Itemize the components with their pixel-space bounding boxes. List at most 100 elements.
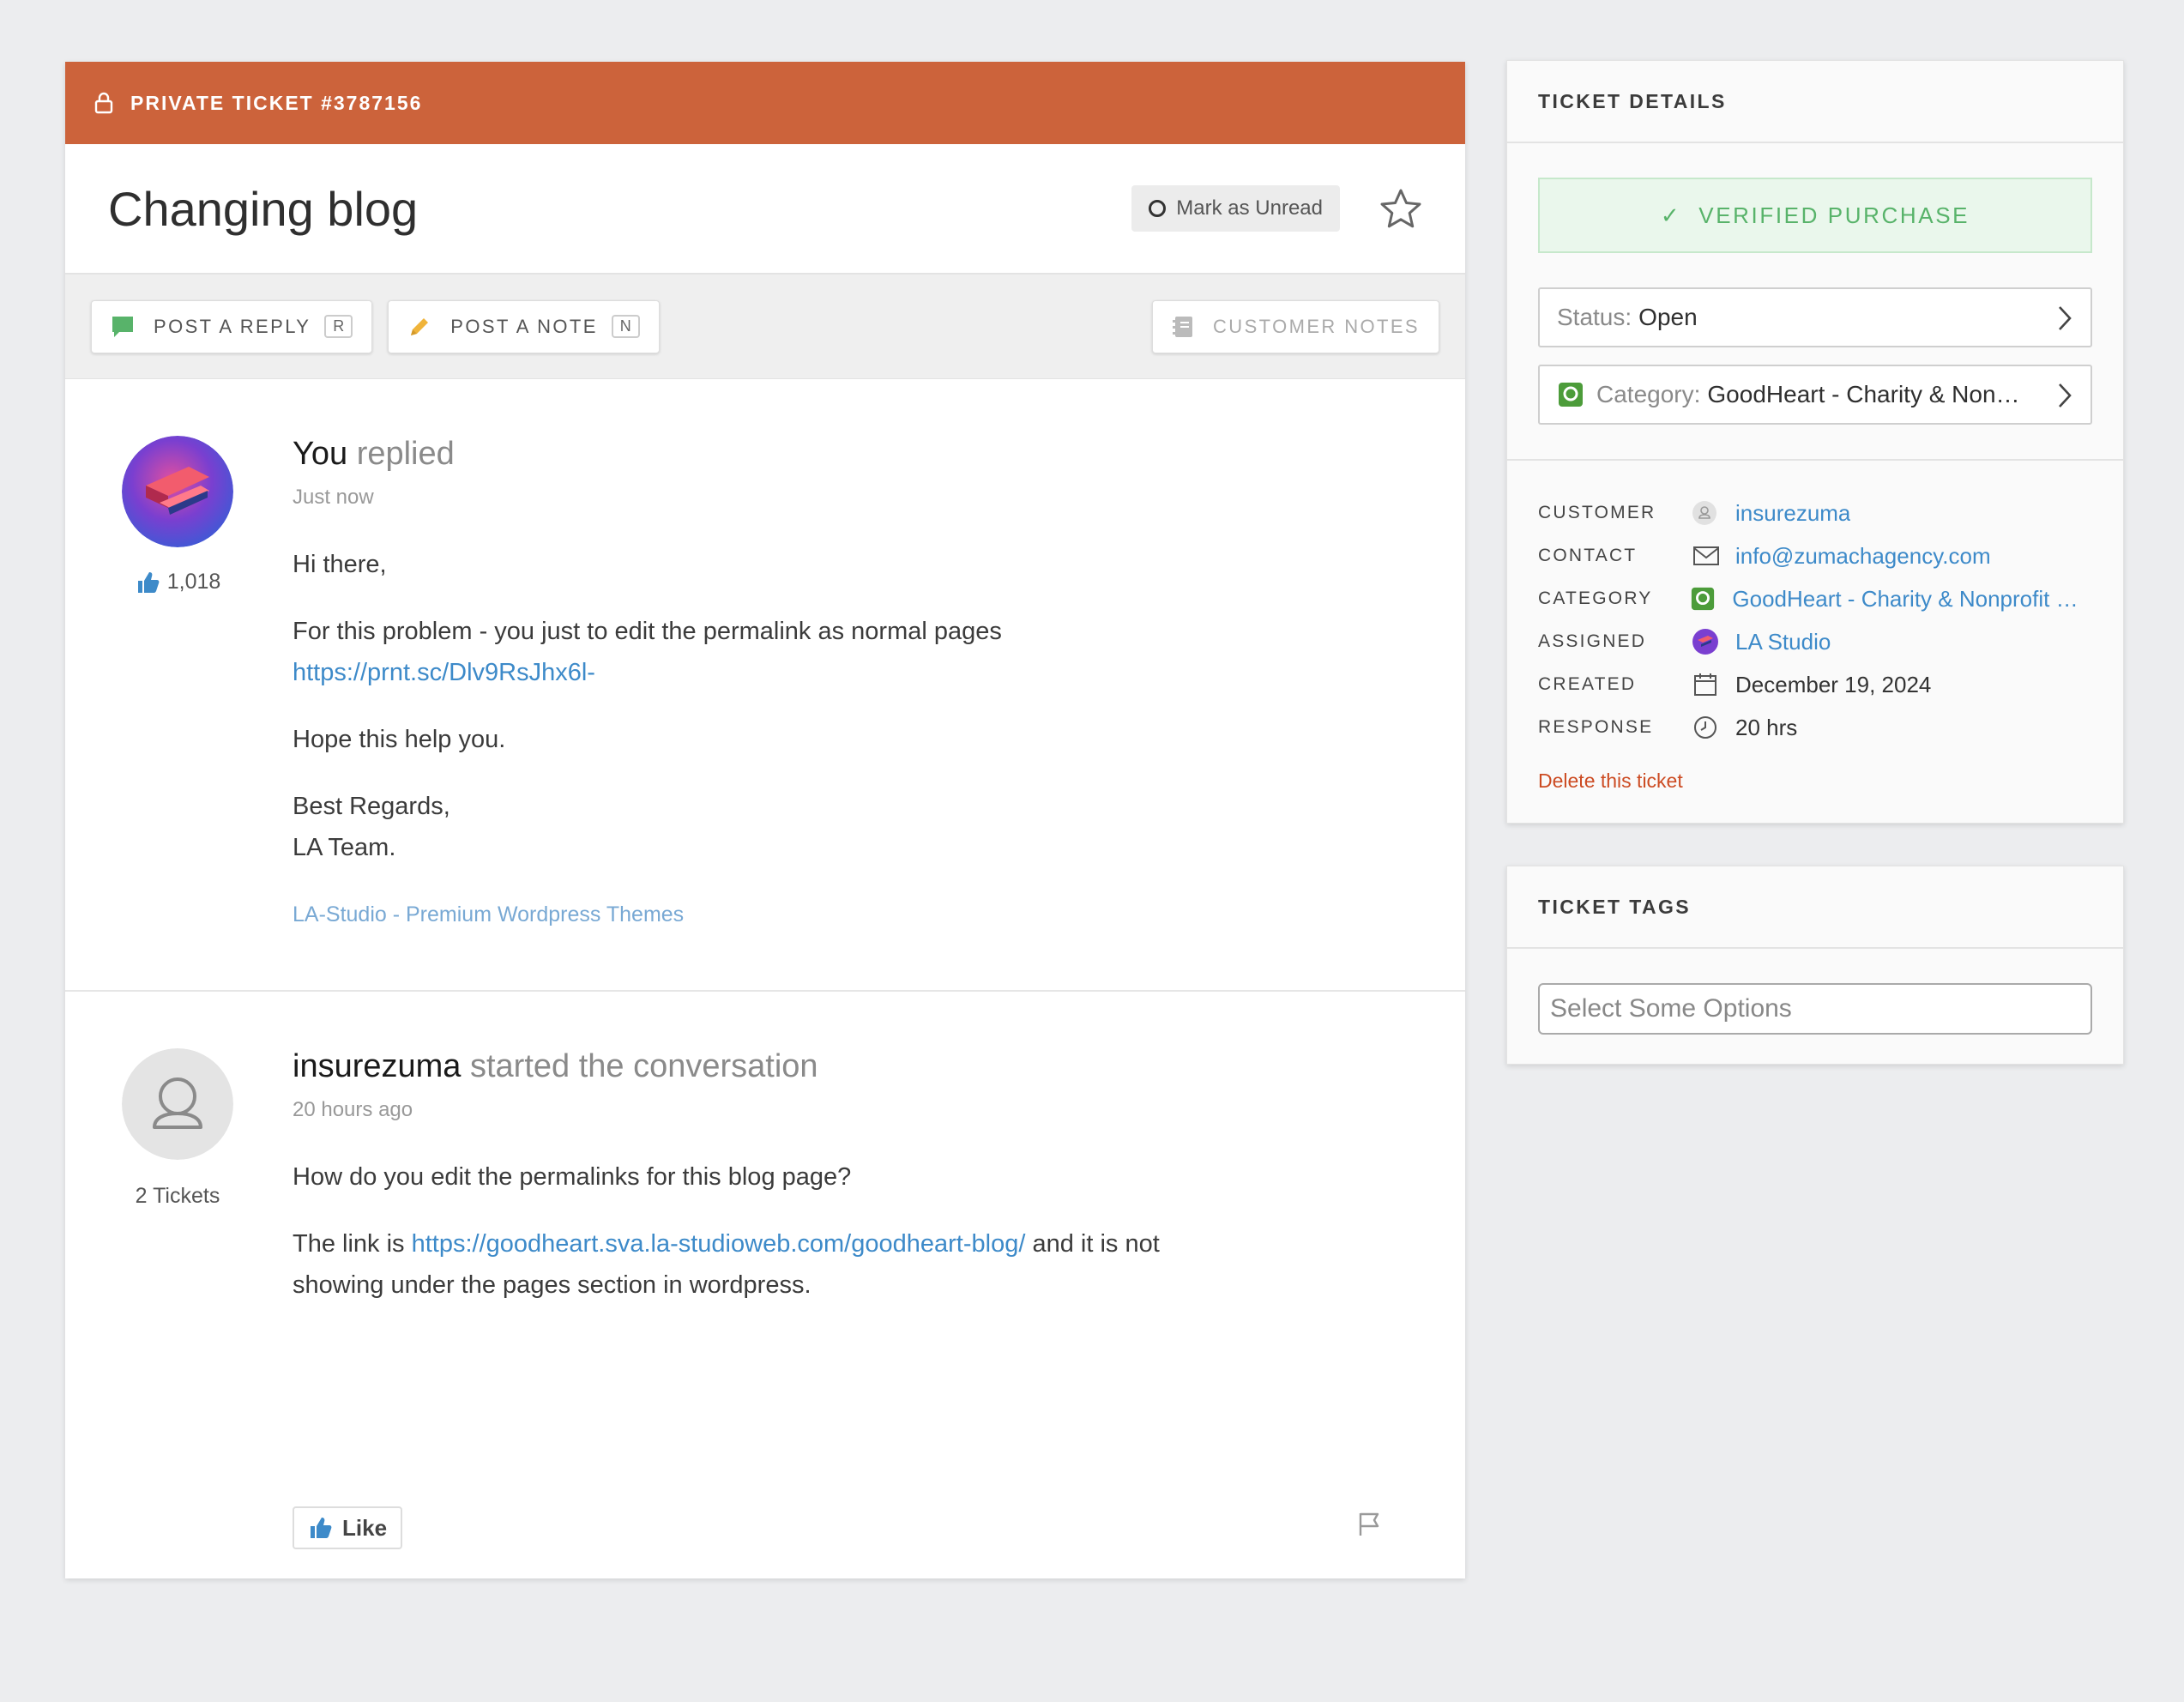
- message-original: 2 Tickets insurezuma started the convers…: [65, 992, 1465, 1578]
- post-note-button[interactable]: POST A NOTE N: [388, 299, 660, 353]
- category-icon: [1559, 383, 1583, 407]
- chevron-right-icon: [2059, 383, 2072, 407]
- ticket-details-panel: TICKET DETAILS ✓ VERIFIED PURCHASE Statu…: [1506, 60, 2124, 824]
- verified-purchase-badge: ✓ VERIFIED PURCHASE: [1538, 178, 2092, 253]
- ticket-number: PRIVATE TICKET #3787156: [130, 91, 423, 114]
- message-reply: 1,018 You replied Just now Hi there, For…: [65, 379, 1465, 992]
- detail-row-assigned: ASSIGNED LA Studio: [1538, 620, 2092, 663]
- mark-unread-button[interactable]: Mark as Unread: [1131, 185, 1340, 232]
- post-reply-button[interactable]: POST A REPLY R: [91, 299, 373, 353]
- detail-row-created: CREATED December 19, 2024: [1538, 663, 2092, 706]
- customer-notes-label: CUSTOMER NOTES: [1213, 315, 1420, 337]
- assigned-link[interactable]: LA Studio: [1735, 629, 1831, 655]
- status-select[interactable]: Status: Open: [1538, 287, 2092, 347]
- star-icon[interactable]: [1379, 188, 1422, 229]
- calendar-icon: [1694, 673, 1716, 696]
- screenshot-link[interactable]: https://prnt.sc/Dlv9RsJhx6l-: [293, 659, 595, 686]
- lock-icon: [94, 92, 113, 114]
- detail-key: CREATED: [1538, 674, 1637, 694]
- check-icon: ✓: [1660, 202, 1682, 228]
- flag-icon[interactable]: [1356, 1510, 1384, 1537]
- like-count: 1,018: [129, 570, 228, 594]
- chat-bubble-icon: [112, 316, 133, 337]
- detail-key: RESPONSE: [1538, 717, 1654, 737]
- like-button[interactable]: Like: [293, 1506, 403, 1549]
- detail-key: CONTACT: [1538, 546, 1638, 565]
- message-author: You replied: [293, 436, 455, 473]
- category-label: Category:: [1596, 381, 1701, 407]
- blog-link[interactable]: https://goodheart.sva.la-studioweb.com/g…: [412, 1230, 1026, 1258]
- message-paragraph: How do you edit the permalinks for this …: [293, 1163, 852, 1191]
- shortcut-key-n: N: [611, 315, 640, 338]
- message-time: 20 hours ago: [293, 1098, 413, 1121]
- category-select[interactable]: Category: GoodHeart - Charity & Non…: [1538, 365, 2092, 425]
- detail-row-response: RESPONSE 20 hrs: [1538, 706, 2092, 749]
- ticket-tags-panel: TICKET TAGS Select Some Options: [1506, 866, 2124, 1065]
- ticket-count: 2 Tickets: [135, 1184, 220, 1208]
- delete-ticket-link[interactable]: Delete this ticket: [1538, 770, 2092, 793]
- verified-label: VERIFIED PURCHASE: [1698, 202, 1970, 228]
- like-label: Like: [342, 1514, 388, 1541]
- message-text: For this problem - you just to edit the …: [293, 618, 1002, 645]
- detail-key: CATEGORY: [1538, 588, 1653, 608]
- message-body: How do you edit the permalinks for this …: [293, 1156, 1279, 1331]
- thumbs-up-icon: [137, 571, 160, 593]
- thumbs-up-icon: [311, 1518, 332, 1538]
- message-time: Just now: [293, 486, 374, 509]
- la-studio-avatar: [1692, 629, 1718, 655]
- category-link[interactable]: GoodHeart - Charity & Nonprofit El…: [1732, 586, 2092, 613]
- like-count-value: 1,018: [166, 570, 221, 594]
- default-user-avatar: [122, 1048, 233, 1160]
- detail-row-customer: CUSTOMER insurezuma: [1538, 492, 2092, 534]
- customer-notes-button[interactable]: CUSTOMER NOTES: [1152, 299, 1439, 353]
- post-reply-label: POST A REPLY: [154, 315, 311, 337]
- author-action: replied: [356, 436, 455, 472]
- detail-key: ASSIGNED: [1538, 631, 1647, 651]
- detail-row-contact: CONTACT info@zumachagency.com: [1538, 534, 2092, 577]
- message-text: showing under the pages section in wordp…: [293, 1271, 811, 1299]
- signature-link[interactable]: LA-Studio - Premium Wordpress Themes: [293, 894, 1279, 935]
- notebook-icon: [1173, 316, 1192, 337]
- details-grid: CUSTOMER insurezuma CONTACT info@zumacha…: [1507, 461, 2123, 749]
- clock-icon: [1694, 716, 1716, 739]
- tags-select-input[interactable]: Select Some Options: [1538, 983, 2092, 1035]
- contact-email-link[interactable]: info@zumachagency.com: [1735, 543, 1991, 570]
- private-ticket-banner: PRIVATE TICKET #3787156: [65, 62, 1465, 144]
- customer-link[interactable]: insurezuma: [1735, 500, 1850, 527]
- title-bar: Changing blog Mark as Unread: [65, 144, 1465, 275]
- status-label: Status:: [1557, 304, 1632, 330]
- message-paragraph: For this problem - you just to edit the …: [293, 611, 1279, 693]
- user-icon: [1692, 501, 1716, 525]
- category-value: GoodHeart - Charity & Non…: [1707, 381, 2020, 407]
- ticket-panel: PRIVATE TICKET #3787156 Changing blog Ma…: [65, 62, 1465, 1578]
- shortcut-key-r: R: [324, 315, 353, 338]
- author-action: started the conversation: [469, 1048, 818, 1084]
- mark-unread-label: Mark as Unread: [1176, 196, 1323, 220]
- closing-line: LA Team.: [293, 834, 396, 861]
- chevron-right-icon: [2059, 306, 2072, 330]
- page-title: Changing blog: [108, 181, 419, 236]
- response-time: 20 hrs: [1735, 714, 1798, 740]
- message-body: Hi there, For this problem - you just to…: [293, 544, 1279, 935]
- ticket-details-heading: TICKET DETAILS: [1507, 61, 2123, 143]
- circle-icon: [1149, 200, 1167, 217]
- ticket-tags-heading: TICKET TAGS: [1507, 866, 2123, 949]
- reply-toolbar: POST A REPLY R POST A NOTE N CUSTOMER NO…: [65, 275, 1465, 379]
- message-paragraph: The link is https://goodheart.sva.la-stu…: [293, 1223, 1279, 1306]
- la-studio-avatar: [122, 436, 233, 547]
- message-text: and it is not: [1032, 1230, 1160, 1258]
- status-value: Open: [1638, 304, 1698, 330]
- message-author: insurezuma started the conversation: [293, 1048, 818, 1085]
- closing-line: Best Regards,: [293, 793, 450, 820]
- author-name: You: [293, 436, 348, 472]
- message-text: The link is: [293, 1230, 405, 1258]
- mail-icon: [1693, 546, 1719, 565]
- category-icon: [1692, 587, 1715, 611]
- message-paragraph: Hope this help you.: [293, 726, 506, 753]
- pencil-icon: [411, 317, 429, 335]
- post-note-label: POST A NOTE: [450, 315, 598, 337]
- created-date: December 19, 2024: [1735, 671, 1932, 697]
- message-greeting: Hi there,: [293, 551, 387, 578]
- detail-row-category: CATEGORY GoodHeart - Charity & Nonprofit…: [1538, 577, 2092, 620]
- author-name: insurezuma: [293, 1048, 462, 1084]
